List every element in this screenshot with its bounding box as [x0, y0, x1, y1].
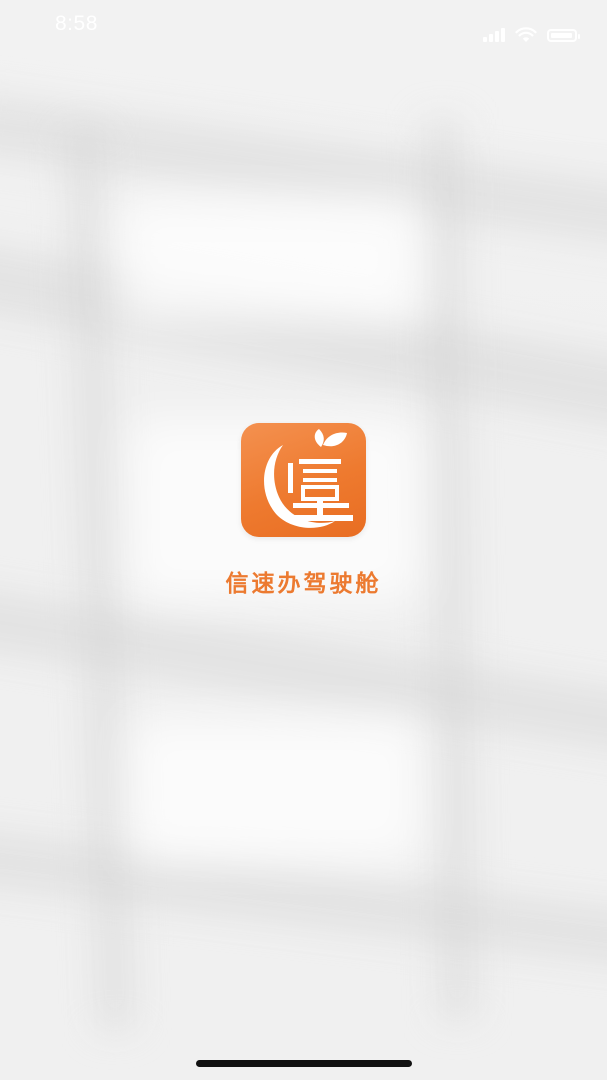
app-name: 信速办驾驶舱: [225, 571, 382, 597]
splash-screen: 8:58 信速办驾驶舱: [0, 0, 607, 1080]
battery-icon: [547, 28, 580, 42]
app-logo-icon: [241, 423, 366, 537]
status-icons: [483, 24, 580, 46]
status-time: 8:58: [55, 12, 98, 35]
cellular-signal-icon: [483, 28, 505, 42]
background-light: [130, 720, 420, 860]
background-light: [120, 200, 420, 320]
wifi-icon: [515, 27, 537, 42]
home-indicator[interactable]: [196, 1060, 412, 1067]
